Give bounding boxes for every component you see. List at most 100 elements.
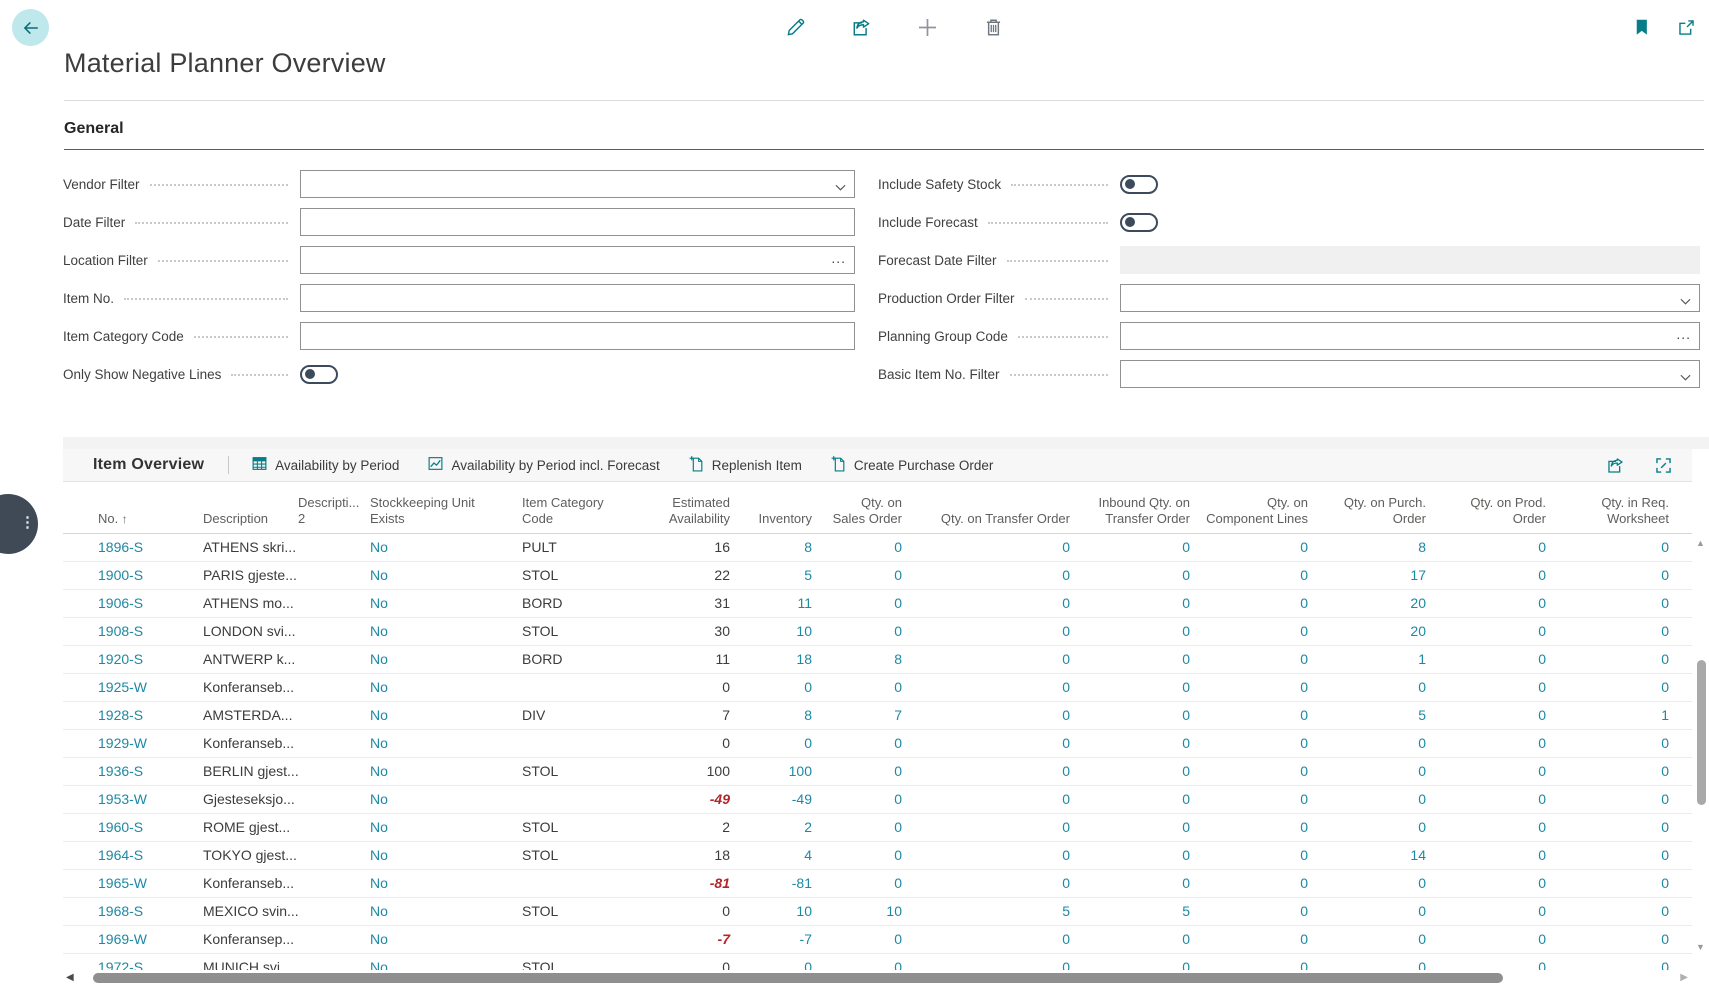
cell-qty-on-component-lines[interactable]: 0: [1204, 870, 1322, 897]
column-header-description[interactable]: Description: [203, 511, 298, 533]
column-header-qty-on-transfer-order[interactable]: Qty. on Transfer Order: [916, 511, 1084, 533]
cell-qty-on-sales-order[interactable]: 0: [826, 954, 916, 970]
cell-qty-on-sales-order[interactable]: 0: [826, 618, 916, 645]
filter-input[interactable]: [300, 284, 855, 312]
cell-no[interactable]: 1896-S: [63, 534, 203, 561]
cell-qty-on-sales-order[interactable]: 0: [826, 870, 916, 897]
action-availability-by-period[interactable]: Availability by Period: [251, 455, 399, 475]
cell-inventory[interactable]: -49: [744, 786, 826, 813]
assist-edit-icon[interactable]: ...: [1676, 326, 1691, 342]
cell-stockkeeping-unit-exists[interactable]: No: [370, 646, 522, 673]
cell-qty-on-prod-order[interactable]: 0: [1440, 618, 1560, 645]
cell-no[interactable]: 1960-S: [63, 814, 203, 841]
edit-button[interactable]: [780, 12, 810, 42]
cell-qty-on-component-lines[interactable]: 0: [1204, 730, 1322, 757]
cell-qty-on-transfer-order[interactable]: 0: [916, 758, 1084, 785]
cell-qty-on-transfer-order[interactable]: 0: [916, 562, 1084, 589]
cell-inbound-qty-on-transfer-order[interactable]: 0: [1084, 618, 1204, 645]
chevron-down-icon[interactable]: [835, 179, 846, 197]
cell-stockkeeping-unit-exists[interactable]: No: [370, 702, 522, 729]
cell-qty-on-prod-order[interactable]: 0: [1440, 702, 1560, 729]
cell-inbound-qty-on-transfer-order[interactable]: 0: [1084, 674, 1204, 701]
cell-inbound-qty-on-transfer-order[interactable]: 0: [1084, 954, 1204, 970]
cell-inventory[interactable]: 11: [744, 590, 826, 617]
cell-inbound-qty-on-transfer-order[interactable]: 0: [1084, 534, 1204, 561]
cell-stockkeeping-unit-exists[interactable]: No: [370, 786, 522, 813]
cell-qty-on-sales-order[interactable]: 10: [826, 898, 916, 925]
cell-qty-on-transfer-order[interactable]: 0: [916, 814, 1084, 841]
cell-qty-on-sales-order[interactable]: 0: [826, 590, 916, 617]
cell-inventory[interactable]: 4: [744, 842, 826, 869]
toggle-switch-off[interactable]: [1120, 213, 1158, 232]
cell-qty-on-sales-order[interactable]: 0: [826, 674, 916, 701]
cell-qty-in-req-worksheet[interactable]: 0: [1560, 870, 1683, 897]
filter-input[interactable]: [1120, 284, 1700, 312]
cell-qty-on-purch-order[interactable]: 0: [1322, 674, 1440, 701]
cell-qty-on-transfer-order[interactable]: 0: [916, 954, 1084, 970]
cell-qty-on-component-lines[interactable]: 0: [1204, 786, 1322, 813]
cell-no[interactable]: 1928-S: [63, 702, 203, 729]
cell-inventory[interactable]: 0: [744, 730, 826, 757]
cell-qty-on-purch-order[interactable]: 20: [1322, 618, 1440, 645]
cell-qty-in-req-worksheet[interactable]: 0: [1560, 758, 1683, 785]
cell-qty-on-sales-order[interactable]: 0: [826, 730, 916, 757]
cell-qty-on-component-lines[interactable]: 0: [1204, 534, 1322, 561]
side-panel-handle[interactable]: ⋮: [0, 494, 38, 554]
cell-inventory[interactable]: 2: [744, 814, 826, 841]
cell-qty-on-component-lines[interactable]: 0: [1204, 702, 1322, 729]
cell-stockkeeping-unit-exists[interactable]: No: [370, 926, 522, 953]
cell-no[interactable]: 1969-W: [63, 926, 203, 953]
scroll-up-arrow[interactable]: ▲: [1696, 538, 1705, 548]
cell-qty-on-component-lines[interactable]: 0: [1204, 646, 1322, 673]
cell-qty-on-prod-order[interactable]: 0: [1440, 674, 1560, 701]
cell-qty-on-transfer-order[interactable]: 0: [916, 842, 1084, 869]
cell-no[interactable]: 1953-W: [63, 786, 203, 813]
column-header-qty-in-req-worksheet[interactable]: Qty. in Req. Worksheet: [1560, 495, 1683, 534]
cell-inbound-qty-on-transfer-order[interactable]: 0: [1084, 814, 1204, 841]
cell-inbound-qty-on-transfer-order[interactable]: 0: [1084, 786, 1204, 813]
cell-stockkeeping-unit-exists[interactable]: No: [370, 730, 522, 757]
filter-input[interactable]: ...: [300, 246, 855, 274]
item-overview-caption[interactable]: Item Overview: [93, 456, 204, 474]
chevron-down-icon[interactable]: [1680, 369, 1691, 387]
toggle-switch-off[interactable]: [1120, 175, 1158, 194]
cell-qty-on-component-lines[interactable]: 0: [1204, 898, 1322, 925]
toggle-switch-off[interactable]: [300, 365, 338, 384]
cell-qty-on-component-lines[interactable]: 0: [1204, 590, 1322, 617]
cell-inventory[interactable]: 10: [744, 618, 826, 645]
horizontal-scrollbar[interactable]: ◀ ▶: [63, 971, 1692, 986]
cell-qty-in-req-worksheet[interactable]: 0: [1560, 590, 1683, 617]
cell-no[interactable]: 1925-W: [63, 674, 203, 701]
cell-inbound-qty-on-transfer-order[interactable]: 0: [1084, 702, 1204, 729]
cell-qty-on-purch-order[interactable]: 0: [1322, 758, 1440, 785]
cell-stockkeeping-unit-exists[interactable]: No: [370, 870, 522, 897]
cell-qty-on-component-lines[interactable]: 0: [1204, 954, 1322, 970]
cell-inbound-qty-on-transfer-order[interactable]: 0: [1084, 590, 1204, 617]
cell-qty-on-sales-order[interactable]: 7: [826, 702, 916, 729]
back-button[interactable]: [12, 9, 49, 46]
cell-qty-in-req-worksheet[interactable]: 1: [1560, 702, 1683, 729]
cell-qty-on-component-lines[interactable]: 0: [1204, 618, 1322, 645]
cell-qty-on-prod-order[interactable]: 0: [1440, 926, 1560, 953]
cell-no[interactable]: 1968-S: [63, 898, 203, 925]
cell-qty-in-req-worksheet[interactable]: 0: [1560, 898, 1683, 925]
part-focus-mode-button[interactable]: [1648, 450, 1678, 480]
cell-stockkeeping-unit-exists[interactable]: No: [370, 534, 522, 561]
cell-qty-on-transfer-order[interactable]: 0: [916, 674, 1084, 701]
cell-qty-on-transfer-order[interactable]: 0: [916, 534, 1084, 561]
cell-inbound-qty-on-transfer-order[interactable]: 0: [1084, 646, 1204, 673]
part-share-button[interactable]: [1600, 450, 1630, 480]
cell-inbound-qty-on-transfer-order[interactable]: 0: [1084, 758, 1204, 785]
cell-no[interactable]: 1908-S: [63, 618, 203, 645]
cell-inbound-qty-on-transfer-order[interactable]: 5: [1084, 898, 1204, 925]
column-header-item-category-code[interactable]: Item Category Code: [522, 495, 634, 534]
cell-qty-in-req-worksheet[interactable]: 0: [1560, 534, 1683, 561]
cell-qty-on-purch-order[interactable]: 17: [1322, 562, 1440, 589]
column-header-description-2[interactable]: Descripti... 2: [298, 495, 370, 534]
cell-qty-on-transfer-order[interactable]: 0: [916, 618, 1084, 645]
cell-qty-on-component-lines[interactable]: 0: [1204, 562, 1322, 589]
cell-qty-on-prod-order[interactable]: 0: [1440, 562, 1560, 589]
cell-qty-on-prod-order[interactable]: 0: [1440, 954, 1560, 970]
cell-qty-on-sales-order[interactable]: 0: [826, 562, 916, 589]
cell-qty-in-req-worksheet[interactable]: 0: [1560, 814, 1683, 841]
